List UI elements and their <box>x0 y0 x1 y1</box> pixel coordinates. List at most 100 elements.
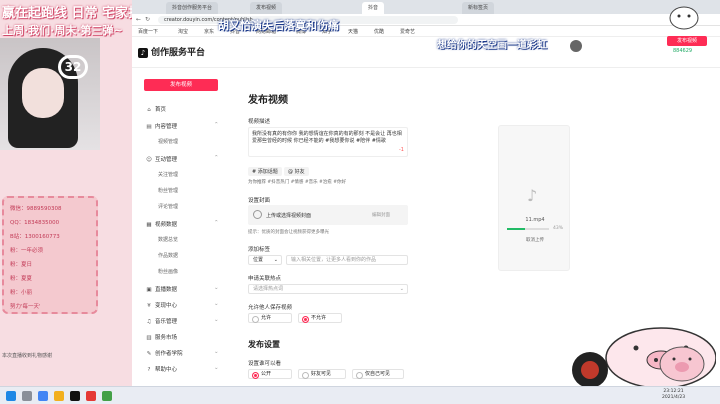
sidebar-item-live[interactable]: ▣ 直播数据 ⌄ <box>146 285 218 293</box>
chevron-down-icon: ⌄ <box>214 317 219 323</box>
header-publish-button[interactable]: 发布视频 <box>667 36 707 46</box>
desc-label: 视频描述 <box>248 119 271 125</box>
browser-app-icon[interactable] <box>38 391 48 401</box>
bookmark-item[interactable]: 天猫 <box>348 28 358 35</box>
video-filename: 11.mp4 <box>525 217 545 223</box>
tiktok-logo-icon: ♪ <box>527 186 538 205</box>
webcam-feed <box>0 38 100 150</box>
location-select[interactable]: 位置 ⌄ <box>248 255 282 265</box>
pig-corner-sticker <box>659 346 705 382</box>
back-icon[interactable]: ← <box>136 16 141 23</box>
bookmark-item[interactable]: 京东 <box>204 28 214 35</box>
info-row: 粉：小丽 <box>10 290 33 296</box>
char-count: -1 <box>399 147 404 153</box>
douyin-logo[interactable]: ♪ 创作服务平台 <box>138 45 205 58</box>
sidebar-subitem[interactable]: 数据总览 <box>158 236 178 243</box>
upload-progress-bar <box>507 228 549 230</box>
browser-tab[interactable]: 发布视频 <box>250 2 283 14</box>
cover-icon <box>253 210 262 219</box>
gift-ticker: 本次直播收到礼物感谢 <box>2 353 53 359</box>
folder-icon[interactable] <box>54 391 64 401</box>
chevron-down-icon: ⌄ <box>214 349 219 355</box>
help-icon: ? <box>147 367 151 373</box>
chevron-down-icon: ⌄ <box>273 257 278 263</box>
bookmark-item[interactable]: 百度一下 <box>138 28 158 35</box>
douyin-app-icon[interactable] <box>70 391 80 401</box>
info-row: 粉：夏夏 <box>10 276 33 282</box>
app-icon[interactable] <box>86 391 96 401</box>
refresh-icon[interactable]: ↻ <box>145 16 150 23</box>
stream-overlay-left: 嬴在起跑线 日常 宅家打卡 上周·我们·周末·第三弹~ 32 微信：988959… <box>0 0 154 404</box>
sidebar-item-music[interactable]: ♫ 音乐管理 ⌄ <box>146 317 219 325</box>
sidebar-item-interact[interactable]: ☺ 互动管理 ⌃ <box>146 155 218 163</box>
chevron-down-icon: ⌄ <box>214 285 219 291</box>
home-icon: ⌂ <box>147 107 151 113</box>
mention-friend-button[interactable]: @ 好友 <box>284 167 309 176</box>
sidebar-subitem[interactable]: 视频管理 <box>158 138 178 145</box>
sidebar-subitem[interactable]: 粉丝管理 <box>158 187 178 194</box>
sidebar-item-school[interactable]: ✎ 创作者学院 ⌄ <box>146 349 219 357</box>
chevron-down-icon: ⌄ <box>214 301 219 307</box>
visibility-label: 设置谁可以看 <box>248 361 282 367</box>
sidebar-subitem[interactable]: 关注管理 <box>158 171 178 178</box>
browser-tab[interactable]: 抖音创作服务平台 <box>166 2 219 14</box>
sidebar-subitem[interactable]: 作品数据 <box>158 252 178 259</box>
cover-hint: 提示：优质的封面会让视频获得更多曝光 <box>248 230 329 235</box>
music-icon: ♫ <box>146 319 152 325</box>
allow-save-yes-radio[interactable]: 允许 <box>248 313 292 323</box>
upload-video-button[interactable]: 发布视频 <box>144 79 218 91</box>
taskbar: 23:12:21 2021/4/23 <box>0 386 720 404</box>
sidebar-item-money[interactable]: ¥ 变现中心 ⌄ <box>146 301 218 309</box>
info-row: 微信：9889590308 <box>10 206 62 212</box>
browser-tab-active[interactable]: 抖音 <box>362 2 385 14</box>
description-textarea[interactable]: 我所没有真的有你你 我的想情谊在你真的有的那刻 不是会让 再也相爱那些曾经的时候… <box>248 127 408 157</box>
edit-cover-link[interactable]: 编辑封面 <box>372 212 390 218</box>
sidebar-subitem[interactable]: 粉丝画像 <box>158 268 178 275</box>
add-topic-button[interactable]: # 添加话题 <box>248 167 282 176</box>
overlay-song-title: 胡又恰演失后落寞和伤痛 <box>218 19 339 32</box>
hot-label: 申请关联热点 <box>248 276 282 282</box>
money-icon: ¥ <box>147 303 151 309</box>
sidebar-item-help[interactable]: ? 帮助中心 ⌄ <box>146 365 219 373</box>
visibility-friends-radio[interactable]: 好友可见 <box>298 369 346 379</box>
bookmark-item[interactable]: 淘宝 <box>178 28 188 35</box>
cancel-upload-link[interactable]: 取消上传 <box>499 237 571 243</box>
info-row: QQ：1834835000 <box>10 220 60 226</box>
bookmark-item[interactable]: 优酷 <box>374 28 384 35</box>
bookmark-item[interactable]: 爱奇艺 <box>400 28 415 35</box>
location-input[interactable]: 输入相关位置，让更多人看到你的作品 <box>286 255 408 265</box>
publish-form: 发布视频 视频描述 我所没有真的有你你 我的想情谊在你真的有的那刻 不是会让 再… <box>228 75 580 386</box>
sidebar-item-content[interactable]: ▤ 内容管理 ⌃ <box>146 122 218 130</box>
sidebar: 发布视频 ⌂ 首页 ▤ 内容管理 ⌃ 视频管理 ☺ 互动管理 ⌃ 关注管理 粉丝管理 评论… <box>140 75 222 386</box>
cover-picker[interactable]: 上传或选择视频封面 编辑封面 <box>248 205 408 225</box>
browser-window: 抖音创作服务平台 发布视频 抖音 新标签页 ← ↻ creator.douyin… <box>132 0 720 388</box>
interact-icon: ☺ <box>146 157 152 163</box>
visibility-public-radio[interactable]: 公开 <box>248 369 292 379</box>
sidebar-subitem[interactable]: 评论管理 <box>158 203 178 210</box>
sidebar-item-home[interactable]: ⌂ 首页 <box>146 105 166 113</box>
data-icon: ▦ <box>146 222 152 228</box>
info-row: B站：1300160773 <box>10 234 60 240</box>
sidebar-item-market[interactable]: ▥ 服务市场 <box>146 333 177 341</box>
overlay-song-subtitle: 想给你的天空画一道彩虹 <box>437 40 547 51</box>
sidebar-item-data[interactable]: ▦ 视频数据 ⌃ <box>146 220 218 228</box>
start-icon[interactable] <box>6 391 16 401</box>
streamer-info-board: 微信：9889590308 QQ：1834835000 B站：130016077… <box>2 196 98 314</box>
tiktok-note-icon: ♪ <box>138 48 148 58</box>
visibility-private-radio[interactable]: 仅自己可见 <box>352 369 404 379</box>
market-icon: ▥ <box>146 335 152 341</box>
cover-label: 设置封面 <box>248 198 271 204</box>
info-row: 努力'每一天' <box>10 304 41 310</box>
creator-header: ♪ 创作服务平台 胡又恰演失后落寞和伤痛 想给你的天空画一道彩虹 <box>132 19 720 68</box>
cam-badge: 32 <box>58 55 88 79</box>
system-clock[interactable]: 23:12:21 2021/4/23 <box>662 389 685 401</box>
search-icon[interactable] <box>22 391 32 401</box>
video-preview: ♪ 11.mp4 43% 取消上传 <box>498 125 570 271</box>
user-avatar[interactable] <box>570 40 582 52</box>
hotspot-select[interactable]: 请选择热点词 ⌄ <box>248 284 408 294</box>
allow-save-no-radio[interactable]: 不允许 <box>298 313 342 323</box>
app-icon[interactable] <box>102 391 112 401</box>
recommended-tags[interactable]: 为你推荐 #抖音热门 #情感 #音乐 #治愈 #你好 <box>248 179 346 185</box>
browser-tab[interactable]: 新标签页 <box>462 2 495 14</box>
upload-progress-text: 43% <box>553 226 564 231</box>
